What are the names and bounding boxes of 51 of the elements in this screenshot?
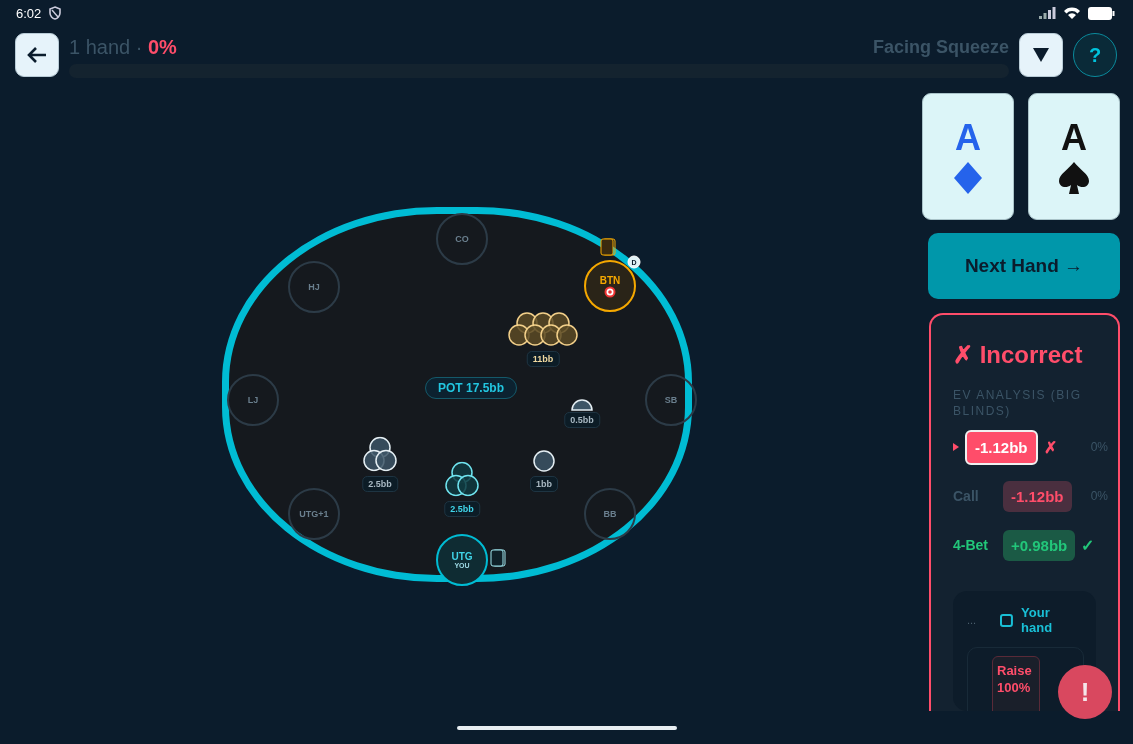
result-title: ✗ Incorrect [953, 341, 1084, 369]
seat-label: UTG+1 [299, 509, 329, 519]
bet-amount: 11bb [526, 351, 560, 367]
bet-amount: 1bb [530, 476, 558, 492]
pot-amount: POT 17.5bb [425, 377, 518, 399]
ev-value: -1.12bb [965, 429, 1038, 465]
bet-amount: 2.5bb [362, 476, 398, 492]
bet-amount: 0.5bb [564, 412, 600, 428]
dropdown-button[interactable] [1019, 33, 1063, 77]
action-label: 4-Bet [953, 537, 989, 553]
bet-amount: 2.5bb [444, 501, 480, 517]
seat-label: SB [664, 395, 678, 405]
home-indicator[interactable] [456, 725, 677, 730]
battery-icon [1088, 6, 1115, 20]
spade-icon [1059, 161, 1089, 194]
seat-label: BTN [599, 274, 621, 286]
hand-count: 1 hand · 0% [69, 36, 177, 59]
seat-label: UTG [451, 551, 473, 562]
seat-label: HJ [308, 282, 320, 292]
verdict-mark: ✗ [1043, 437, 1057, 457]
shield-icon [49, 6, 62, 20]
pointer-icon [953, 443, 959, 451]
card-rank: A [1061, 119, 1087, 156]
signal-icon [1039, 7, 1056, 19]
back-button[interactable] [15, 33, 59, 77]
chip-stack-icon [445, 461, 479, 497]
help-button[interactable]: ? [1073, 33, 1117, 77]
legend-label: Your hand [1021, 605, 1054, 635]
chip-stack-icon [508, 312, 578, 346]
verdict-mark: ✓ [1081, 535, 1095, 555]
seat-label: LJ [247, 395, 259, 405]
triangle-down-icon [1033, 48, 1049, 62]
seat-label: BB [603, 509, 617, 519]
more-menu[interactable]: ... [967, 614, 977, 626]
ev-value: +0.98bb [1003, 529, 1076, 561]
diamond-icon [954, 161, 982, 194]
chip-stack-icon [533, 450, 555, 472]
seat-label: CO [455, 234, 469, 244]
target-icon [604, 285, 616, 298]
wifi-icon [1064, 7, 1080, 19]
cell-action: Raise [997, 663, 1033, 678]
scenario-title: Facing Squeeze [872, 37, 1009, 58]
square-icon [1000, 613, 1014, 627]
chip-stack-icon [363, 436, 397, 472]
next-hand-button[interactable]: Next Hand → [928, 233, 1120, 299]
clock: 6:02 [16, 5, 42, 21]
back-arrow-icon [27, 47, 47, 63]
ev-value: -1.12bb [1003, 480, 1072, 512]
card-rank: A [955, 119, 981, 156]
cell-frequency: 100% [997, 680, 1032, 695]
chip-icon [571, 399, 593, 411]
